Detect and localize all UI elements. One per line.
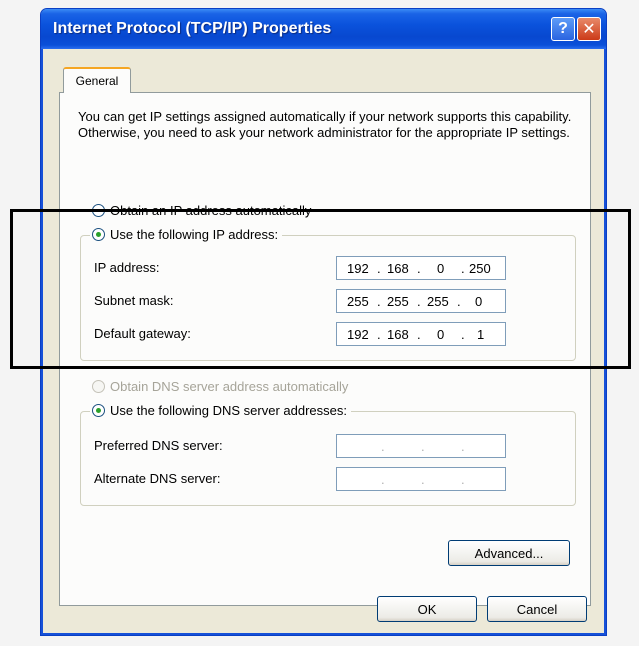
window-title: Internet Protocol (TCP/IP) Properties bbox=[53, 20, 332, 37]
subnet-mask-label: Subnet mask: bbox=[94, 293, 174, 308]
tab-label: General bbox=[75, 74, 119, 88]
alternate-dns-input[interactable]: . . . bbox=[336, 467, 506, 491]
help-button[interactable]: ? bbox=[551, 17, 575, 41]
alternate-dns-label: Alternate DNS server: bbox=[94, 471, 221, 486]
radio-checked-icon bbox=[92, 404, 105, 417]
obtain-ip-auto-radio[interactable]: Obtain an IP address automatically bbox=[92, 203, 311, 218]
question-icon: ? bbox=[558, 20, 568, 37]
use-following-ip-radio[interactable]: Use the following IP address: bbox=[90, 227, 283, 242]
ok-button[interactable]: OK bbox=[377, 596, 477, 622]
radio-disabled-icon bbox=[92, 380, 105, 393]
preferred-dns-input[interactable]: . . . bbox=[336, 434, 506, 458]
ip-address-label: IP address: bbox=[94, 260, 160, 275]
default-gateway-input[interactable]: 192. 168. 0. 1 bbox=[336, 322, 506, 346]
tab-general[interactable]: General bbox=[63, 67, 131, 93]
default-gateway-label: Default gateway: bbox=[94, 326, 191, 341]
subnet-mask-input[interactable]: 255. 255. 255. 0 bbox=[336, 289, 506, 313]
use-following-dns-label: Use the following DNS server addresses: bbox=[110, 403, 347, 418]
radio-icon bbox=[92, 204, 105, 217]
dns-server-group bbox=[80, 411, 576, 506]
cancel-button[interactable]: Cancel bbox=[487, 596, 587, 622]
obtain-dns-auto-radio[interactable]: Obtain DNS server address automatically bbox=[92, 379, 348, 394]
obtain-dns-auto-label: Obtain DNS server address automatically bbox=[110, 379, 349, 394]
advanced-button[interactable]: Advanced... bbox=[448, 540, 570, 566]
preferred-dns-label: Preferred DNS server: bbox=[94, 438, 223, 453]
tcpip-properties-dialog: Internet Protocol (TCP/IP) Properties ? … bbox=[40, 8, 607, 636]
ip-address-input[interactable]: 192. 168. 0. 250 bbox=[336, 256, 506, 280]
intro-text: You can get IP settings assigned automat… bbox=[78, 109, 572, 140]
use-following-ip-label: Use the following IP address: bbox=[110, 227, 279, 242]
general-panel: You can get IP settings assigned automat… bbox=[59, 92, 591, 606]
close-icon: ✕ bbox=[582, 21, 596, 38]
close-button[interactable]: ✕ bbox=[577, 17, 601, 41]
obtain-ip-auto-label: Obtain an IP address automatically bbox=[110, 203, 312, 218]
title-bar[interactable]: Internet Protocol (TCP/IP) Properties ? … bbox=[41, 9, 606, 49]
dialog-body: General You can get IP settings assigned… bbox=[45, 49, 602, 631]
radio-checked-icon bbox=[92, 228, 105, 241]
use-following-dns-radio[interactable]: Use the following DNS server addresses: bbox=[90, 403, 351, 418]
